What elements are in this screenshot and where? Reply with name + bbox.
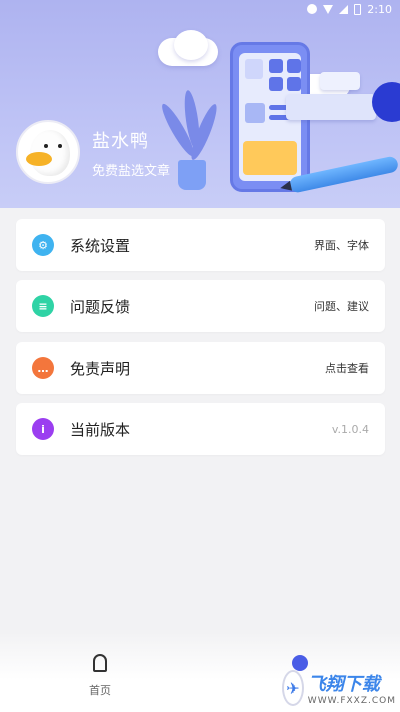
- menu-item-label: 当前版本: [70, 420, 131, 439]
- user-subtitle: 免费盐选文章: [92, 164, 171, 179]
- status-bar: 2:10: [0, 0, 400, 18]
- menu-item-hint: 界面、字体: [314, 239, 369, 252]
- version-value: v.1.0.4: [331, 422, 369, 436]
- watermark-badge-icon: ✈: [282, 670, 304, 706]
- menu-item-label: 免责声明: [70, 359, 131, 378]
- profile-header: 2:10 盐水鸭 免费盐选文章: [0, 0, 400, 208]
- info-icon: i: [32, 418, 54, 440]
- watermark-logo: ✈ 飞翔下载 WWW.FXXZ.COM: [282, 668, 396, 708]
- nav-home[interactable]: 首页: [82, 654, 118, 698]
- menu-item-disclaimer[interactable]: … 免责声明 点击查看: [16, 342, 385, 394]
- menu-item-hint: 问题、建议: [314, 300, 369, 313]
- menu-item-label: 问题反馈: [70, 297, 131, 316]
- avatar[interactable]: [16, 120, 80, 184]
- home-icon: [93, 654, 107, 672]
- wifi-icon: [323, 4, 334, 14]
- nav-home-label: 首页: [89, 684, 111, 697]
- chat-icon: …: [32, 357, 54, 379]
- watermark-title: 飞翔下载: [307, 674, 380, 695]
- menu-item-version[interactable]: i 当前版本 v.1.0.4: [16, 403, 385, 455]
- menu-item-feedback[interactable]: ≡ 问题反馈 问题、建议: [16, 280, 385, 332]
- gear-icon: ⚙: [32, 234, 54, 256]
- menu-item-settings[interactable]: ⚙ 系统设置 界面、字体: [16, 219, 385, 271]
- minus-circle-icon: [307, 4, 318, 14]
- signal-icon: [339, 4, 349, 14]
- watermark-sub: WWW.FXXZ.COM: [307, 696, 396, 706]
- username: 盐水鸭: [92, 131, 149, 152]
- status-time: 2:10: [367, 2, 392, 16]
- feedback-icon: ≡: [32, 295, 54, 317]
- menu-item-label: 系统设置: [70, 236, 131, 255]
- header-illustration: [150, 30, 400, 208]
- menu-item-hint: 点击查看: [325, 362, 369, 375]
- battery-icon: [354, 3, 362, 15]
